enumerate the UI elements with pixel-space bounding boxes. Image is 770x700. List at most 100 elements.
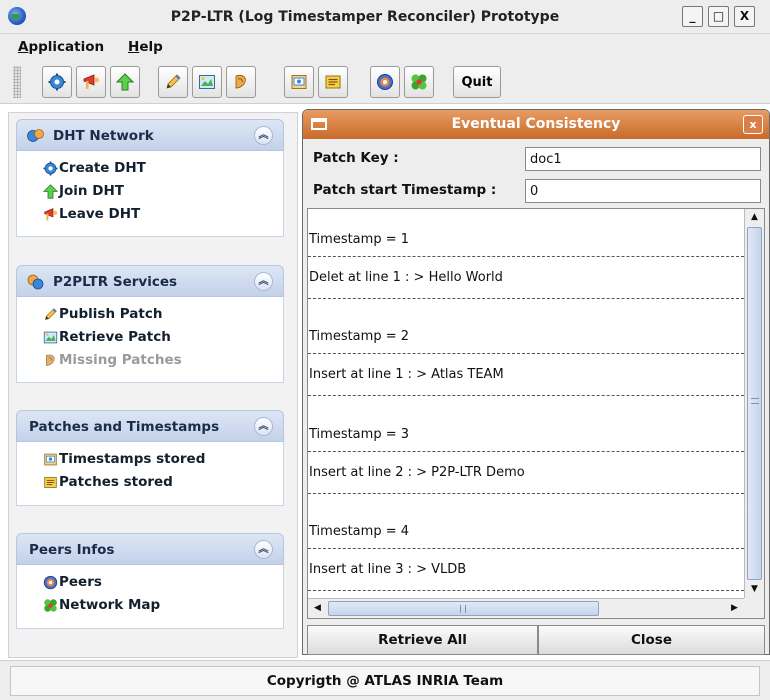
toolbar-timestamps-button[interactable]	[284, 66, 314, 98]
create-dht-link[interactable]: Create DHT	[17, 157, 283, 180]
patches-stored-link[interactable]: Patches stored	[17, 471, 283, 494]
toolbar-peers-button[interactable]	[370, 66, 400, 98]
toolbar-leave-dht-button[interactable]	[76, 66, 106, 98]
horizontal-scrollbar[interactable]: ◀ ▶	[308, 598, 744, 618]
create-dht-label: Create DHT	[59, 160, 146, 176]
toolbar-missing-patches-button[interactable]	[226, 66, 256, 98]
section-peers-infos: Peers Infos ︽ Peers Network Map	[16, 533, 284, 629]
gear-network-icon	[48, 73, 66, 91]
vertical-thumb-grip	[751, 398, 759, 404]
patch-start-timestamp-label: Patch start Timestamp :	[313, 182, 497, 198]
leave-icon	[83, 74, 99, 89]
horizontal-thumb-grip	[460, 605, 466, 613]
network-map-icon	[411, 74, 427, 90]
patch-start-timestamp-input[interactable]	[525, 179, 761, 203]
log-timestamp-1: Timestamp = 1	[309, 232, 409, 247]
publish-patch-link[interactable]: Publish Patch	[17, 303, 283, 326]
network-map-link[interactable]: Network Map	[17, 594, 283, 617]
dialog-title-bar[interactable]: Eventual Consistency x	[303, 110, 769, 139]
toolbar-join-dht-button[interactable]	[110, 66, 140, 98]
menu-application-mnemonic: A	[18, 39, 29, 55]
section-dht-network-title: DHT Network	[53, 128, 154, 144]
scroll-left-button[interactable]: ◀	[310, 601, 325, 616]
section-dht-network: DHT Network ︽ Create DHT Join DHT Leave …	[16, 119, 284, 237]
vertical-scrollbar[interactable]: ▲ ▼	[744, 209, 764, 599]
close-window-button[interactable]: X	[734, 6, 755, 27]
toolbar-network-map-button[interactable]	[404, 66, 434, 98]
status-bar: Copyrigth @ ATLAS INRIA Team	[0, 660, 770, 700]
horizontal-scroll-thumb[interactable]	[328, 601, 599, 616]
leave-dht-link[interactable]: Leave DHT	[17, 203, 283, 226]
collapse-peers-infos-button[interactable]: ︽	[254, 540, 273, 559]
section-p2pltr-services-title: P2PLTR Services	[53, 274, 178, 290]
toolbar-grip[interactable]	[13, 66, 21, 98]
menu-help-label: elp	[139, 39, 163, 55]
timestamps-stored-link[interactable]: Timestamps stored	[17, 448, 283, 471]
toolbar: Quit	[0, 60, 770, 104]
collapse-p2pltr-services-button[interactable]: ︽	[254, 272, 273, 291]
peers-icon	[377, 74, 393, 90]
log-content: Timestamp = 1 Delet at line 1 : > Hello …	[308, 209, 744, 599]
window-title: P2P-LTR (Log Timestamper Reconciler) Pro…	[170, 9, 560, 25]
section-dht-network-body: Create DHT Join DHT Leave DHT	[16, 151, 284, 237]
join-arrow-icon	[116, 73, 134, 91]
services-icon	[27, 274, 44, 290]
menu-bar: Application Help	[0, 34, 770, 60]
scroll-up-button[interactable]: ▲	[747, 210, 762, 225]
quit-button[interactable]: Quit	[453, 66, 501, 98]
log-separator	[308, 256, 744, 257]
log-separator	[308, 395, 744, 396]
retrieve-icon	[199, 75, 215, 89]
retrieve-patch-link[interactable]: Retrieve Patch	[17, 326, 283, 349]
section-p2pltr-services: P2PLTR Services ︽ Publish Patch Retrieve…	[16, 265, 284, 383]
menu-help[interactable]: Help	[128, 39, 163, 55]
section-patches-timestamps: Patches and Timestamps ︽ Timestamps stor…	[16, 410, 284, 506]
section-p2pltr-services-header[interactable]: P2PLTR Services ︽	[16, 265, 284, 297]
join-dht-label: Join DHT	[59, 183, 124, 199]
retrieve-all-button[interactable]: Retrieve All	[307, 625, 538, 655]
leave-icon	[44, 208, 58, 221]
vertical-scroll-thumb[interactable]	[747, 227, 762, 580]
close-dialog-button[interactable]: Close	[538, 625, 765, 655]
section-patches-timestamps-body: Timestamps stored Patches stored	[16, 442, 284, 506]
log-separator	[308, 493, 744, 494]
log-timestamp-4: Timestamp = 4	[309, 524, 409, 539]
publish-patch-label: Publish Patch	[59, 306, 163, 322]
pencil-icon	[166, 74, 181, 89]
section-dht-network-header[interactable]: DHT Network ︽	[16, 119, 284, 151]
patches-stored-label: Patches stored	[59, 474, 173, 490]
toolbar-patches-button[interactable]	[318, 66, 348, 98]
retrieve-icon	[43, 331, 58, 344]
log-separator	[308, 451, 744, 452]
window-title-bar: P2P-LTR (Log Timestamper Reconciler) Pro…	[0, 0, 770, 34]
dialog-close-icon[interactable]: x	[743, 115, 763, 134]
minimize-button[interactable]: _	[682, 6, 703, 27]
log-separator	[308, 298, 744, 299]
peers-link[interactable]: Peers	[17, 571, 283, 594]
scroll-right-button[interactable]: ▶	[727, 601, 742, 616]
menu-application[interactable]: Application	[18, 39, 104, 55]
section-patches-timestamps-header[interactable]: Patches and Timestamps ︽	[16, 410, 284, 442]
scroll-down-button[interactable]: ▼	[747, 582, 762, 597]
missing-patches-icon	[235, 74, 246, 89]
toolbar-publish-patch-button[interactable]	[158, 66, 188, 98]
collapse-patches-timestamps-button[interactable]: ︽	[254, 417, 273, 436]
log-separator	[308, 548, 744, 549]
leave-dht-label: Leave DHT	[59, 206, 141, 222]
peers-label: Peers	[59, 574, 102, 590]
menu-help-mnemonic: H	[128, 39, 140, 55]
section-peers-infos-header[interactable]: Peers Infos ︽	[16, 533, 284, 565]
log-text-area[interactable]: Timestamp = 1 Delet at line 1 : > Hello …	[307, 208, 765, 619]
pencil-icon	[45, 308, 57, 320]
patch-key-label: Patch Key :	[313, 150, 399, 166]
section-peers-infos-body: Peers Network Map	[16, 565, 284, 629]
join-dht-link[interactable]: Join DHT	[17, 180, 283, 203]
patches-icon	[44, 477, 57, 488]
dialog-title: Eventual Consistency	[451, 116, 621, 132]
patch-key-input[interactable]	[525, 147, 761, 171]
menu-application-label: pplication	[28, 39, 105, 55]
collapse-dht-network-button[interactable]: ︽	[254, 126, 273, 145]
toolbar-create-dht-button[interactable]	[42, 66, 72, 98]
maximize-button[interactable]: □	[708, 6, 729, 27]
toolbar-retrieve-patch-button[interactable]	[192, 66, 222, 98]
